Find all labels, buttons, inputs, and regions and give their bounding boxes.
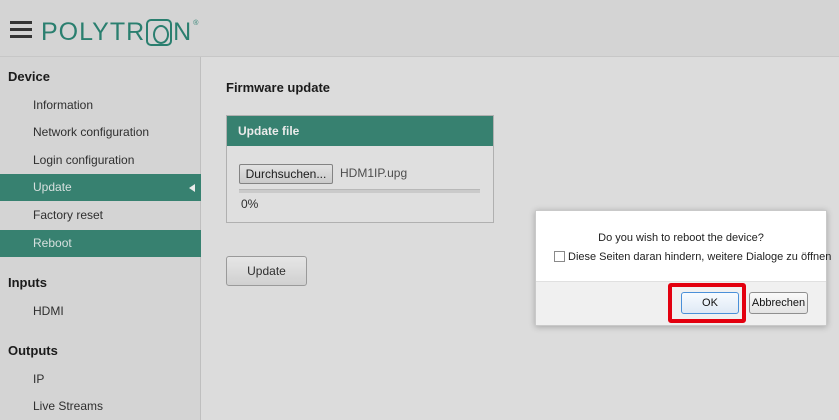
cancel-button[interactable]: Abbrechen [749,292,808,314]
suppress-dialogs-label[interactable]: Diese Seiten daran hindern, weitere Dial… [568,251,831,263]
ok-button[interactable]: OK [681,292,739,314]
reboot-confirm-dialog: Do you wish to reboot the device? Diese … [535,210,831,326]
dialog-message: Do you wish to reboot the device? [598,232,764,244]
dialog-footer: OK Abbrechen [536,281,826,325]
suppress-dialogs-checkbox[interactable] [554,251,565,262]
